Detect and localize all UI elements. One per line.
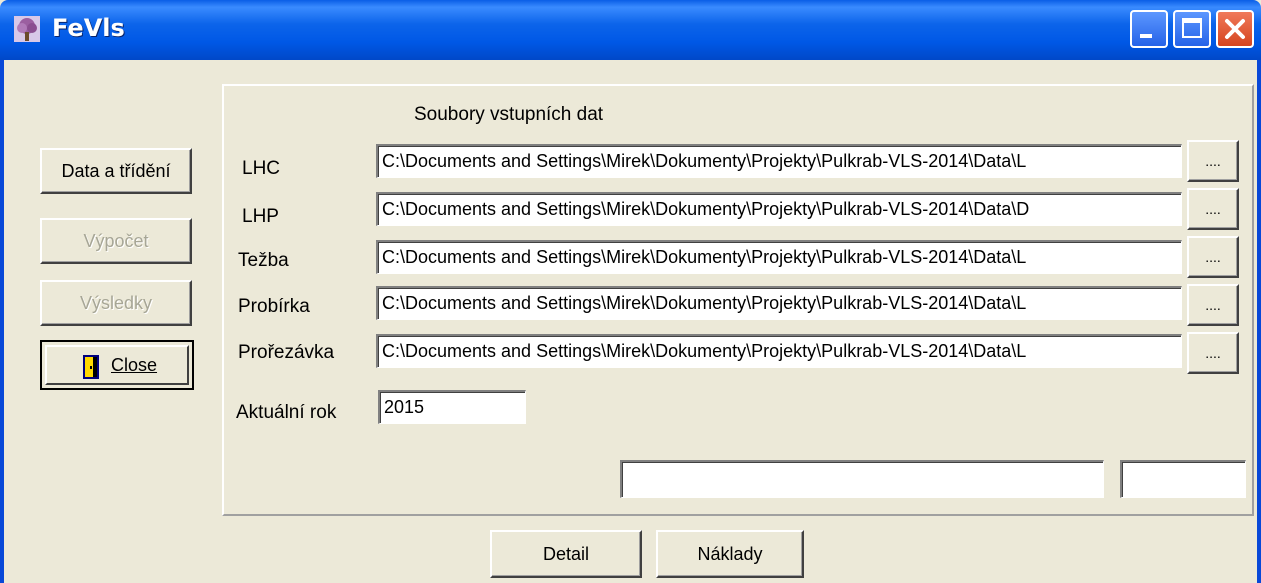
window-title: FeVls [52, 14, 125, 42]
tree-icon[interactable] [14, 16, 40, 42]
prorezavka-path-input[interactable]: C:\Documents and Settings\Mirek\Dokument… [376, 334, 1182, 368]
lhc-label: LHC [242, 158, 281, 179]
app-window: FeVls Data a třídění Výpočet Výsledky Cl… [0, 0, 1261, 583]
close-button-label: Close [111, 355, 157, 376]
maximize-icon [1182, 18, 1202, 38]
status-field-secondary [1120, 460, 1246, 498]
prorezavka-label: Prořezávka [238, 342, 335, 363]
lhp-label: LHP [242, 206, 279, 227]
door-exit-icon [83, 355, 99, 379]
tezba-path-input[interactable]: C:\Documents and Settings\Mirek\Dokument… [376, 240, 1182, 274]
close-label-text: Close [111, 355, 158, 375]
tezba-label: Težba [238, 250, 289, 271]
window-border-left [0, 60, 4, 583]
prorezavka-browse-button[interactable]: .... [1187, 332, 1239, 374]
title-bar[interactable]: FeVls [0, 0, 1261, 60]
maximize-button[interactable] [1173, 10, 1211, 48]
minimize-button[interactable] [1130, 10, 1168, 48]
results-button[interactable]: Výsledky [40, 280, 192, 326]
lhc-browse-button[interactable]: .... [1187, 140, 1239, 182]
lhc-path-input[interactable]: C:\Documents and Settings\Mirek\Dokument… [376, 144, 1182, 178]
current-year-input[interactable]: 2015 [378, 390, 526, 424]
close-button[interactable]: Close [40, 340, 194, 390]
detail-button[interactable]: Detail [490, 530, 642, 578]
window-border-right [1257, 60, 1261, 583]
close-window-button[interactable] [1216, 10, 1254, 48]
lhp-browse-button[interactable]: .... [1187, 188, 1239, 230]
tezba-browse-button[interactable]: .... [1187, 236, 1239, 278]
current-year-label: Aktuální rok [236, 402, 337, 423]
data-sorting-button[interactable]: Data a třídění [40, 148, 192, 194]
calculation-button[interactable]: Výpočet [40, 218, 192, 264]
minimize-icon [1140, 34, 1152, 38]
probirka-path-input[interactable]: C:\Documents and Settings\Mirek\Dokument… [376, 286, 1182, 320]
probirka-label: Probírka [238, 296, 310, 317]
lhp-path-input[interactable]: C:\Documents and Settings\Mirek\Dokument… [376, 192, 1182, 226]
input-files-heading: Soubory vstupních dat [414, 104, 604, 125]
costs-button[interactable]: Náklady [656, 530, 804, 578]
status-field-main [620, 460, 1104, 498]
probirka-browse-button[interactable]: .... [1187, 284, 1239, 326]
close-button-face: Close [45, 345, 189, 385]
close-icon [1225, 19, 1245, 39]
